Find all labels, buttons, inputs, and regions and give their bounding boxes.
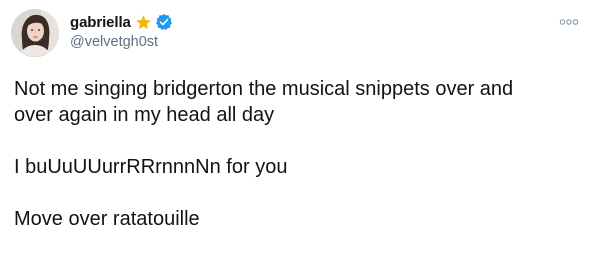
line-break	[14, 128, 589, 154]
user-handle[interactable]: @velvetgh0st	[70, 34, 173, 50]
tweet-line: I buUuUUurrRRrnnnNn for you	[14, 156, 288, 178]
avatar-photo	[11, 9, 59, 57]
avatar[interactable]	[11, 9, 59, 57]
tweet-text: Not me singing bridgerton the musical sn…	[14, 76, 589, 232]
tweet-line: over again in my head all day	[14, 104, 275, 126]
name-row: gabriella	[70, 12, 173, 32]
tweet-line: Move over ratatouille	[14, 208, 200, 230]
display-name[interactable]: gabriella	[70, 14, 131, 31]
star-icon	[136, 14, 151, 29]
tweet-line: Not me singing bridgerton the musical sn…	[14, 78, 514, 100]
tweet-card: gabriella @velvetgh0st Not me singing br…	[0, 0, 597, 263]
verified-badge-icon	[155, 13, 172, 31]
tweet-header: gabriella @velvetgh0st	[70, 12, 173, 50]
more-options-icon[interactable]	[559, 18, 579, 26]
line-break	[14, 180, 589, 206]
